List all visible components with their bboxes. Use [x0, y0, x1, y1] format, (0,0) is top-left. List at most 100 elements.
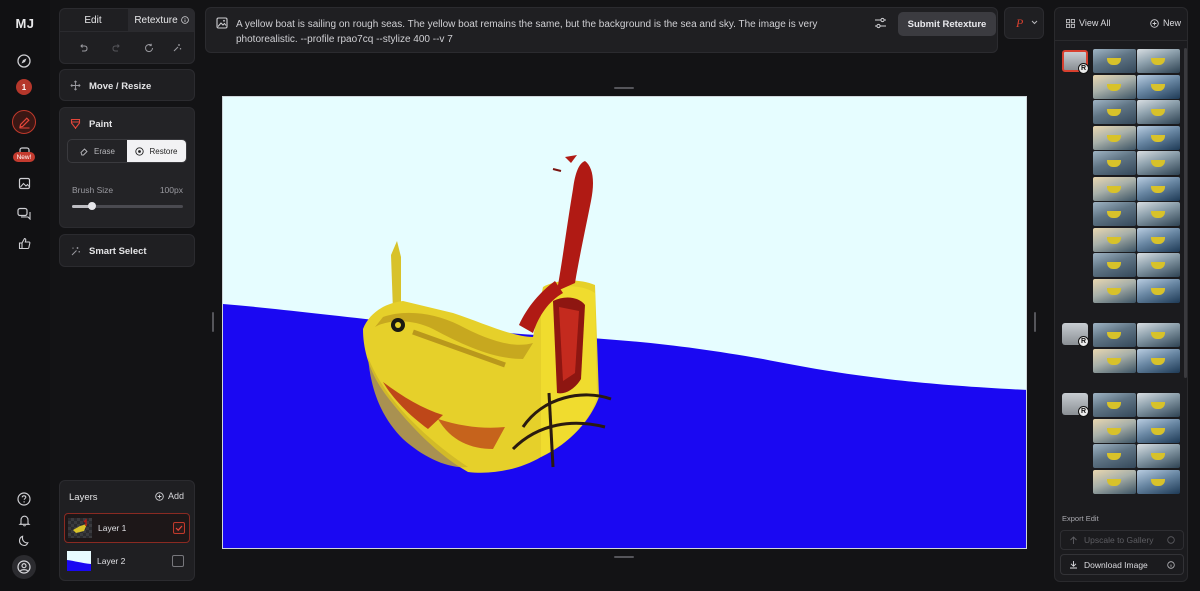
thumbnail-boat [1151, 262, 1165, 269]
help-icon [1167, 536, 1175, 544]
thumbnail-boat [1151, 83, 1165, 91]
dark-mode-icon[interactable] [12, 528, 36, 552]
notification-count-badge[interactable]: 1 [16, 79, 32, 95]
generation-thumbnail[interactable] [1137, 151, 1180, 175]
tab-edit[interactable]: Edit [60, 9, 126, 31]
explore-icon[interactable] [12, 49, 36, 73]
move-resize-tool[interactable]: Move / Resize [59, 69, 195, 101]
generation-thumbnail[interactable] [1137, 418, 1180, 443]
generation-thumbnail[interactable] [1093, 202, 1136, 226]
thumbnail-boat [1151, 427, 1165, 435]
scrollbar[interactable] [1184, 48, 1187, 378]
generation-thumbnail[interactable] [1137, 202, 1180, 226]
plus-circle-icon [155, 491, 164, 501]
generation-thumbnail[interactable] [1093, 151, 1136, 175]
generation-thumbnail[interactable] [1093, 418, 1136, 443]
retexture-badge: R [1078, 336, 1089, 347]
generation-thumbnail[interactable] [1093, 227, 1136, 252]
new-label: New [1163, 18, 1182, 28]
generation-thumbnail[interactable] [1093, 100, 1136, 124]
layer-2-label: Layer 2 [97, 556, 126, 566]
generation-thumbnail[interactable] [1137, 469, 1180, 494]
canvas-resize-handle-left[interactable] [212, 312, 214, 332]
brush-size-slider[interactable] [72, 202, 183, 210]
thumbnail-boat [1107, 332, 1121, 339]
generation-thumbnail[interactable] [1137, 176, 1180, 201]
thumbnail-boat [1107, 427, 1121, 435]
generation-thumbnail[interactable] [1093, 323, 1136, 347]
generation-thumbnail[interactable] [1137, 227, 1180, 252]
account-avatar-icon[interactable] [12, 555, 36, 579]
submit-retexture-button[interactable]: Submit Retexture [898, 12, 996, 36]
undo-icon[interactable] [78, 43, 88, 53]
new-button[interactable]: New [1150, 18, 1181, 28]
generation-thumbnail[interactable] [1093, 49, 1136, 73]
chat-icon[interactable] [12, 201, 36, 225]
thumbnail-boat [1107, 109, 1121, 116]
paint-bucket-icon [70, 118, 81, 130]
canvas-resize-handle-bottom[interactable] [614, 556, 634, 558]
restore-icon [135, 146, 145, 156]
generation-thumbnail[interactable] [1137, 278, 1180, 303]
upscale-to-gallery-button[interactable]: Upscale to Gallery [1060, 530, 1184, 550]
thumbnail-boat [1151, 160, 1165, 167]
tab-retexture-label: Retexture [134, 14, 178, 26]
generation-thumbnail[interactable] [1137, 323, 1180, 347]
generation-thumbnail[interactable] [1093, 74, 1136, 99]
smart-select-label: Smart Select [89, 246, 147, 257]
restore-button[interactable]: Restore [127, 140, 186, 162]
reset-icon[interactable] [144, 43, 154, 53]
canvas-resize-handle-top[interactable] [614, 87, 634, 89]
generation-thumbnail[interactable] [1137, 393, 1180, 417]
layer-1-checkbox[interactable] [173, 522, 185, 534]
prompt-text[interactable]: A yellow boat is sailing on rough seas. … [236, 17, 836, 47]
generation-thumbnail[interactable] [1137, 253, 1180, 277]
new-badge: New! [13, 152, 35, 162]
brush-size-handle[interactable] [87, 202, 96, 210]
layer-row[interactable]: Layer 2 [64, 546, 190, 576]
generation-thumbnail[interactable] [1137, 348, 1180, 373]
paint-tool-panel: Paint Brush Size 100px [59, 107, 195, 228]
edit-canvas[interactable] [222, 96, 1027, 549]
generation-thumbnail[interactable] [1093, 444, 1136, 468]
thumbnail-boat [1151, 58, 1165, 65]
generation-thumbnail[interactable] [1137, 100, 1180, 124]
move-resize-label: Move / Resize [89, 81, 152, 92]
add-layer-label: Add [168, 491, 185, 501]
generation-thumbnail[interactable] [1093, 348, 1136, 373]
generation-thumbnail[interactable] [1093, 469, 1136, 494]
generation-thumbnail[interactable] [1137, 74, 1180, 99]
thumbnail-boat [1107, 478, 1121, 486]
generation-thumbnail[interactable] [1093, 278, 1136, 303]
image-icon[interactable] [12, 171, 36, 195]
layers-title: Layers [69, 492, 98, 503]
view-all-button[interactable]: View All [1066, 18, 1110, 28]
edit-icon[interactable] [12, 110, 36, 134]
generation-thumbnail[interactable] [1093, 176, 1136, 201]
generation-thumbnail[interactable] [1137, 125, 1180, 150]
generation-thumbnail[interactable] [1093, 125, 1136, 150]
layer-2-checkbox[interactable] [172, 555, 184, 567]
generation-thumbnail[interactable] [1093, 393, 1136, 417]
generation-thumbnail[interactable] [1093, 253, 1136, 277]
thumbnail-boat [1107, 262, 1121, 269]
layer-row[interactable]: Layer 1 [64, 513, 190, 543]
settings-sliders-icon[interactable] [874, 17, 887, 29]
canvas-resize-handle-right[interactable] [1034, 312, 1036, 332]
thumbs-up-icon[interactable] [12, 231, 36, 255]
generation-thumbnail[interactable] [1137, 49, 1180, 73]
brush-size-value: 100px [159, 185, 183, 195]
generation-thumbnail[interactable] [1137, 444, 1180, 468]
grid-icon [1066, 18, 1075, 28]
download-image-button[interactable]: Download Image [1060, 554, 1184, 575]
download-icon [1070, 561, 1077, 569]
smart-select-tool[interactable]: Smart Select [59, 234, 195, 267]
erase-button[interactable]: Erase [68, 140, 127, 162]
midjourney-logo[interactable]: MJ [12, 16, 38, 31]
export-edit-label: Export Edit [1062, 514, 1099, 523]
magic-icon[interactable] [172, 43, 182, 53]
add-layer-button[interactable]: Add [155, 491, 184, 501]
tab-retexture[interactable]: Retexture [128, 9, 195, 31]
redo-icon[interactable] [112, 43, 122, 53]
profile-selector[interactable]: P [1004, 7, 1044, 39]
